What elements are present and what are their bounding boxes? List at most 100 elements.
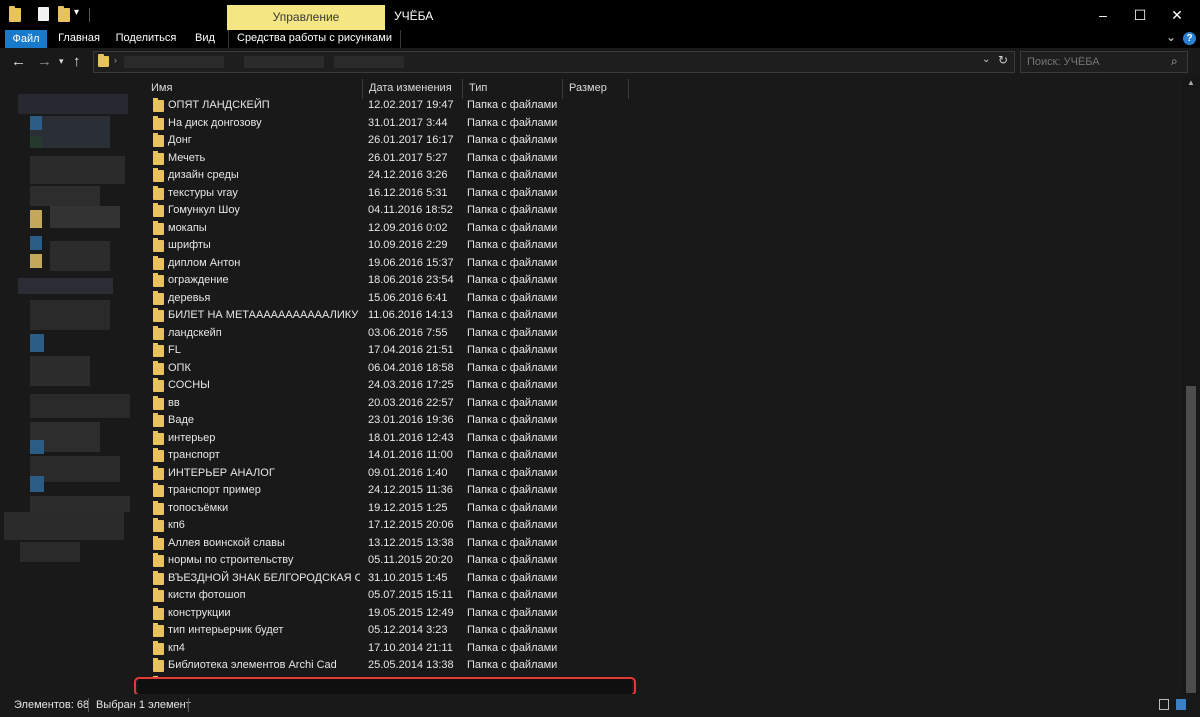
- file-date: 11.06.2016 14:13: [368, 309, 453, 321]
- details-view-icon[interactable]: [1159, 699, 1169, 710]
- file-row[interactable]: деревья 15.06.2016 6:41 Папка с файлами: [145, 290, 635, 308]
- nav-item-blurred[interactable]: [18, 94, 128, 114]
- nav-item-blurred[interactable]: [30, 116, 110, 148]
- nav-item-blurred[interactable]: [18, 278, 113, 294]
- tab-view[interactable]: Вид: [188, 30, 222, 48]
- file-row[interactable]: Мечеть 26.01.2017 5:27 Папка с файлами: [145, 150, 635, 168]
- file-name: ВЪЕЗДНОЙ ЗНАК БЕЛГОРОДСКАЯ ОБЛ...: [168, 571, 360, 584]
- file-row[interactable]: вв 20.03.2016 22:57 Папка с файлами: [145, 395, 635, 413]
- file-row[interactable]: кп4 17.10.2014 21:11 Папка с файлами: [145, 640, 635, 658]
- file-date: 17.10.2014 21:11: [368, 641, 453, 654]
- column-name[interactable]: Имя: [145, 79, 363, 99]
- file-row[interactable]: Гомункул Шоу 04.11.2016 18:52 Папка с файл…: [145, 202, 635, 220]
- file-row[interactable]: транспорт 14.01.2016 11:00 Папка с файлами: [145, 447, 635, 465]
- file-row[interactable]: кп6 17.12.2015 20:06 Папка с файлами: [145, 517, 635, 535]
- file-row[interactable]: интерьер 18.01.2016 12:43 Папка с файлами: [145, 430, 635, 448]
- file-row[interactable]: Ваде 23.01.2016 19:36 Папка с файлами: [145, 412, 635, 430]
- file-row[interactable]: ОПК 06.04.2016 18:58 Папка с файлами: [145, 360, 635, 378]
- tab-share[interactable]: Поделиться: [110, 30, 182, 48]
- search-input[interactable]: [1021, 52, 1167, 72]
- file-row[interactable]: дизайн среды 24.12.2016 3:26 Папка с файла…: [145, 167, 635, 185]
- file-row[interactable]: кисти фотошоп 05.07.2015 15:11 Папка с фай…: [145, 587, 635, 605]
- file-row[interactable]: На диск донгозову 31.01.2017 3:44 Папка с …: [145, 115, 635, 133]
- chevron-down-icon[interactable]: ⌄: [1166, 30, 1176, 44]
- nav-item-blurred[interactable]: [4, 512, 124, 540]
- breadcrumb-blurred[interactable]: [334, 56, 404, 68]
- column-size[interactable]: Размер: [563, 79, 629, 99]
- folder-icon: [153, 203, 164, 217]
- folder-icon: [153, 413, 164, 427]
- file-row[interactable]: Библиотека элементов Archi Cad 25.05.2014…: [145, 657, 635, 675]
- file-row[interactable]: топосъёмки 19.12.2015 1:25 Папка с файлами: [145, 500, 635, 518]
- file-row[interactable]: ИНТЕРЬЕР АНАЛОГ 09.01.2016 1:40 Папка с фа…: [145, 465, 635, 483]
- nav-item-blurred[interactable]: [30, 186, 100, 206]
- file-row[interactable]: нормы по строительству 05.11.2015 20:20 Па…: [145, 552, 635, 570]
- file-row[interactable]: Донг 26.01.2017 16:17 Папка с файлами: [145, 132, 635, 150]
- scroll-up-icon[interactable]: ▲: [1187, 78, 1195, 87]
- close-icon[interactable]: ✕: [1154, 0, 1200, 30]
- address-bar[interactable]: › ⌄ ↻: [93, 51, 1015, 73]
- nav-item-blurred[interactable]: [30, 394, 130, 418]
- file-row[interactable]: Аллея воинской славы 13.12.2015 13:38 Папк…: [145, 535, 635, 553]
- file-row[interactable]: мокапы 12.09.2016 0:02 Папка с файлами: [145, 220, 635, 238]
- manage-tab[interactable]: Управление: [227, 5, 385, 30]
- folder-icon: [153, 623, 164, 637]
- search-box[interactable]: ⌕: [1020, 51, 1188, 73]
- column-date[interactable]: Дата изменения: [363, 79, 463, 99]
- new-folder-icon[interactable]: [58, 6, 70, 22]
- tab-home[interactable]: Главная: [54, 30, 104, 48]
- folder-icon[interactable]: [9, 6, 21, 22]
- folder-icon: [98, 54, 109, 67]
- nav-item-blurred[interactable]: [20, 542, 80, 562]
- nav-item-blurred[interactable]: [30, 156, 125, 184]
- column-type[interactable]: Тип: [463, 79, 563, 99]
- breadcrumb-blurred[interactable]: [124, 56, 224, 68]
- folder-icon: [153, 255, 164, 270]
- file-name: СОСНЫ: [168, 379, 210, 391]
- help-icon[interactable]: ?: [1183, 32, 1196, 45]
- vertical-scrollbar[interactable]: ▲ ▼: [1182, 76, 1200, 717]
- back-arrow-icon[interactable]: ←: [11, 53, 26, 70]
- file-row[interactable]: ландскейп 03.06.2016 7:55 Папка с файлами: [145, 325, 635, 343]
- nav-item-blurred[interactable]: [30, 356, 90, 386]
- file-date: 31.10.2015 1:45: [368, 571, 448, 584]
- customize-toolbar-icon[interactable]: ▾: [74, 7, 79, 18]
- file-row[interactable]: СОСНЫ 24.03.2016 17:25 Папка с файлами: [145, 377, 635, 395]
- scrollbar-thumb[interactable]: [1186, 386, 1196, 693]
- file-row[interactable]: текстуры vray 16.12.2016 5:31 Папка с файл…: [145, 185, 635, 203]
- file-row[interactable]: ОПЯТ ЛАНДСКЕЙП 12.02.2017 19:47 Папка с фа…: [145, 97, 635, 115]
- file-row[interactable]: шрифты 10.09.2016 2:29 Папка с файлами: [145, 237, 635, 255]
- folder-icon: [153, 238, 164, 252]
- file-row[interactable]: БИЛЕТ НА МЕТАААААААААААЛИКУ !!!... 11.06.…: [145, 307, 635, 325]
- large-icons-view-icon[interactable]: [1176, 699, 1186, 710]
- file-row[interactable]: конструкции 19.05.2015 12:49 Папка с файла…: [145, 605, 635, 623]
- file-name: дизайн среды: [168, 169, 239, 181]
- nav-item-blurred[interactable]: [50, 206, 120, 228]
- up-arrow-icon[interactable]: ↑: [73, 53, 81, 70]
- folder-icon: [153, 360, 164, 375]
- folder-icon: [153, 273, 164, 287]
- recent-locations-icon[interactable]: ▾: [59, 56, 64, 67]
- nav-item-blurred[interactable]: [30, 496, 130, 512]
- properties-icon[interactable]: [38, 7, 49, 21]
- breadcrumb-blurred[interactable]: [244, 56, 324, 68]
- file-type: Папка с файлами: [467, 379, 558, 391]
- navigation-pane[interactable]: [0, 76, 133, 694]
- refresh-icon[interactable]: ↻: [998, 53, 1008, 67]
- file-row[interactable]: FL 17.04.2016 21:51 Папка с файлами: [145, 342, 635, 360]
- file-row[interactable]: транспорт пример 24.12.2015 11:36 Папка с …: [145, 482, 635, 500]
- chevron-down-icon[interactable]: ⌄: [982, 54, 990, 65]
- file-row[interactable]: тип интерьерчик будет 05.12.2014 3:23 Папк…: [145, 622, 635, 640]
- folder-icon: [153, 290, 164, 305]
- file-name: кисти фотошоп: [168, 589, 246, 601]
- forward-arrow-icon[interactable]: →: [37, 53, 52, 70]
- file-row[interactable]: диплом Антон 19.06.2016 15:37 Папка с файл…: [145, 255, 635, 273]
- navigation-pane-scrollbar[interactable]: [133, 76, 145, 694]
- nav-item-blurred[interactable]: [50, 241, 110, 271]
- tab-file[interactable]: Файл: [5, 30, 47, 50]
- nav-item-blurred[interactable]: [30, 300, 110, 330]
- search-icon[interactable]: ⌕: [1171, 54, 1178, 69]
- file-row[interactable]: ограждение 18.06.2016 23:54 Папка с файлам…: [145, 272, 635, 290]
- tab-picture-tools[interactable]: Средства работы с рисунками: [228, 30, 401, 48]
- file-row[interactable]: ВЪЕЗДНОЙ ЗНАК БЕЛГОРОДСКАЯ ОБЛ... 31.10.2…: [145, 570, 635, 588]
